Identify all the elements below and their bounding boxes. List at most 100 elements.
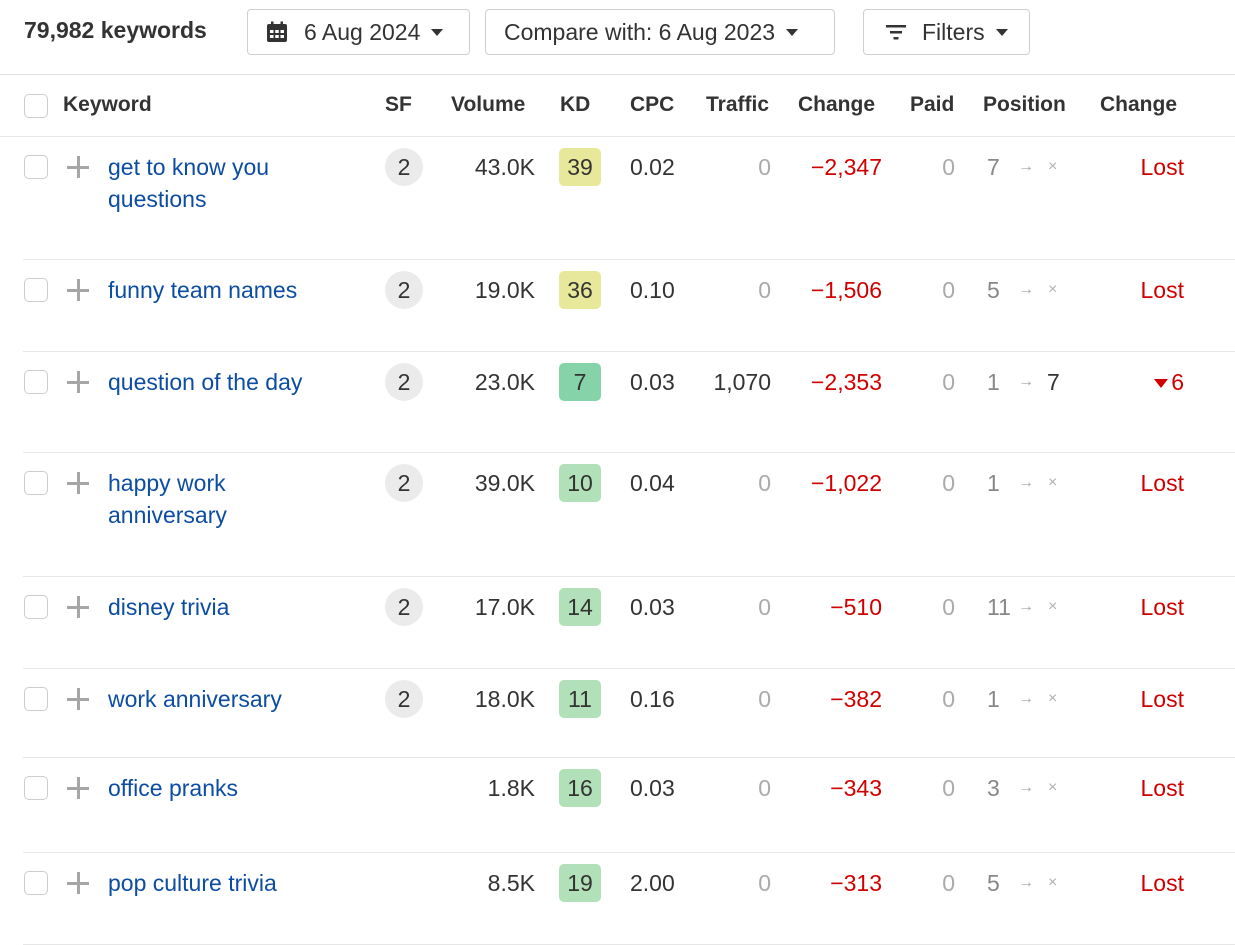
- traffic-value: 0: [758, 775, 771, 801]
- row-checkbox[interactable]: [24, 687, 48, 711]
- traffic-value: 1,070: [713, 369, 771, 395]
- position-change-lost: Lost: [1140, 277, 1184, 303]
- header-kd[interactable]: KD: [560, 93, 590, 117]
- keyword-link[interactable]: question of the day: [108, 366, 338, 398]
- arrow-right-icon: →: [1018, 373, 1034, 390]
- serp-features-badge[interactable]: 2: [385, 464, 423, 502]
- volume-value: 19.0K: [474, 277, 535, 303]
- kd-badge: 39: [559, 148, 601, 186]
- header-volume[interactable]: Volume: [451, 93, 525, 117]
- traffic-value: 0: [758, 154, 771, 180]
- arrow-right-icon: →: [1018, 779, 1034, 796]
- traffic-change-value: −510: [830, 594, 882, 620]
- traffic-change-value: −343: [830, 775, 882, 801]
- position-change-lost: Lost: [1140, 470, 1184, 496]
- keyword-link[interactable]: funny team names: [108, 274, 338, 306]
- volume-value: 8.5K: [487, 870, 535, 896]
- kd-badge: 11: [559, 680, 601, 718]
- keyword-link[interactable]: pop culture trivia: [108, 867, 338, 899]
- traffic-change-value: −1,506: [811, 277, 882, 303]
- serp-features-badge[interactable]: 2: [385, 363, 423, 401]
- serp-features-badge[interactable]: 2: [385, 148, 423, 186]
- position-from: 1: [987, 369, 1000, 395]
- keyword-link[interactable]: work anniversary: [108, 683, 338, 715]
- compare-date-button[interactable]: Compare with: 6 Aug 2023: [485, 9, 835, 55]
- keyword-link[interactable]: disney trivia: [108, 591, 338, 623]
- volume-value: 39.0K: [474, 470, 535, 496]
- add-to-list-plus-icon[interactable]: [66, 155, 90, 179]
- select-all-checkbox[interactable]: [24, 94, 48, 118]
- position-from: 7: [987, 154, 1000, 180]
- add-to-list-plus-icon[interactable]: [66, 278, 90, 302]
- add-to-list-plus-icon[interactable]: [66, 776, 90, 800]
- volume-value: 17.0K: [474, 594, 535, 620]
- position-from: 3: [987, 775, 1000, 801]
- position-lost-x-icon: ×: [1048, 281, 1058, 298]
- arrow-right-icon: →: [1018, 874, 1034, 891]
- row-checkbox[interactable]: [24, 155, 48, 179]
- table-row: funny team names 2 19.0K 36 0.10 0 −1,506 0 5 → × L…: [0, 260, 1235, 352]
- arrow-right-icon: →: [1018, 158, 1034, 175]
- position-change-lost: Lost: [1140, 594, 1184, 620]
- volume-value: 1.8K: [487, 775, 535, 801]
- keyword-link[interactable]: office pranks: [108, 772, 338, 804]
- header-traffic[interactable]: Traffic: [706, 93, 769, 117]
- header-cpc[interactable]: CPC: [630, 93, 674, 117]
- arrow-right-icon: →: [1018, 690, 1034, 707]
- row-checkbox[interactable]: [24, 595, 48, 619]
- header-sf[interactable]: SF: [385, 93, 412, 117]
- paid-value: 0: [942, 594, 955, 620]
- keyword-link[interactable]: happy work anniversary: [108, 467, 338, 531]
- paid-value: 0: [942, 369, 955, 395]
- position-lost-x-icon: ×: [1048, 779, 1058, 796]
- table-row: disney trivia 2 17.0K 14 0.03 0 −510 0 11 → × Lost: [0, 577, 1235, 669]
- date-label: 6 Aug 2024: [304, 18, 421, 45]
- position-from: 5: [987, 870, 1000, 896]
- table-row: work anniversary 2 18.0K 11 0.16 0 −382 0 1 → × Los…: [0, 669, 1235, 758]
- add-to-list-plus-icon[interactable]: [66, 871, 90, 895]
- row-checkbox[interactable]: [24, 278, 48, 302]
- serp-features-badge[interactable]: 2: [385, 271, 423, 309]
- traffic-value: 0: [758, 686, 771, 712]
- cpc-value: 2.00: [630, 870, 675, 896]
- row-checkbox[interactable]: [24, 776, 48, 800]
- chevron-down-icon: [431, 28, 444, 36]
- position-lost-x-icon: ×: [1048, 474, 1058, 491]
- position-change-lost: Lost: [1140, 686, 1184, 712]
- row-checkbox[interactable]: [24, 871, 48, 895]
- position-change-lost: Lost: [1140, 154, 1184, 180]
- position-to: 7: [1047, 369, 1060, 395]
- row-checkbox[interactable]: [24, 370, 48, 394]
- header-keyword[interactable]: Keyword: [63, 93, 152, 117]
- filter-icon: [886, 25, 906, 40]
- position-change-lost: Lost: [1140, 870, 1184, 896]
- header-position[interactable]: Position: [983, 93, 1066, 117]
- table-row: get to know you questions 2 43.0K 39 0.02 0 −2…: [0, 137, 1235, 260]
- header-position-change[interactable]: Change: [1100, 93, 1177, 117]
- position-lost-x-icon: ×: [1048, 690, 1058, 707]
- position-change-value: 6: [1171, 369, 1184, 395]
- row-checkbox[interactable]: [24, 471, 48, 495]
- table-row: happy work anniversary 2 39.0K 10 0.04 0 −1,02…: [0, 453, 1235, 577]
- position-lost-x-icon: ×: [1048, 158, 1058, 175]
- calendar-icon: [267, 21, 287, 42]
- date-picker-button[interactable]: 6 Aug 2024: [247, 9, 470, 55]
- add-to-list-plus-icon[interactable]: [66, 370, 90, 394]
- cpc-value: 0.02: [630, 154, 675, 180]
- chevron-down-icon: [995, 28, 1008, 36]
- header-paid[interactable]: Paid: [910, 93, 954, 117]
- traffic-value: 0: [758, 594, 771, 620]
- header-traffic-change[interactable]: Change: [798, 93, 875, 117]
- arrow-right-icon: →: [1018, 598, 1034, 615]
- traffic-value: 0: [758, 470, 771, 496]
- add-to-list-plus-icon[interactable]: [66, 471, 90, 495]
- filters-button[interactable]: Filters: [863, 9, 1030, 55]
- add-to-list-plus-icon[interactable]: [66, 687, 90, 711]
- keyword-link[interactable]: get to know you questions: [108, 151, 338, 215]
- serp-features-badge[interactable]: 2: [385, 680, 423, 718]
- cpc-value: 0.03: [630, 369, 675, 395]
- position-from: 1: [987, 686, 1000, 712]
- traffic-value: 0: [758, 870, 771, 896]
- add-to-list-plus-icon[interactable]: [66, 595, 90, 619]
- serp-features-badge[interactable]: 2: [385, 588, 423, 626]
